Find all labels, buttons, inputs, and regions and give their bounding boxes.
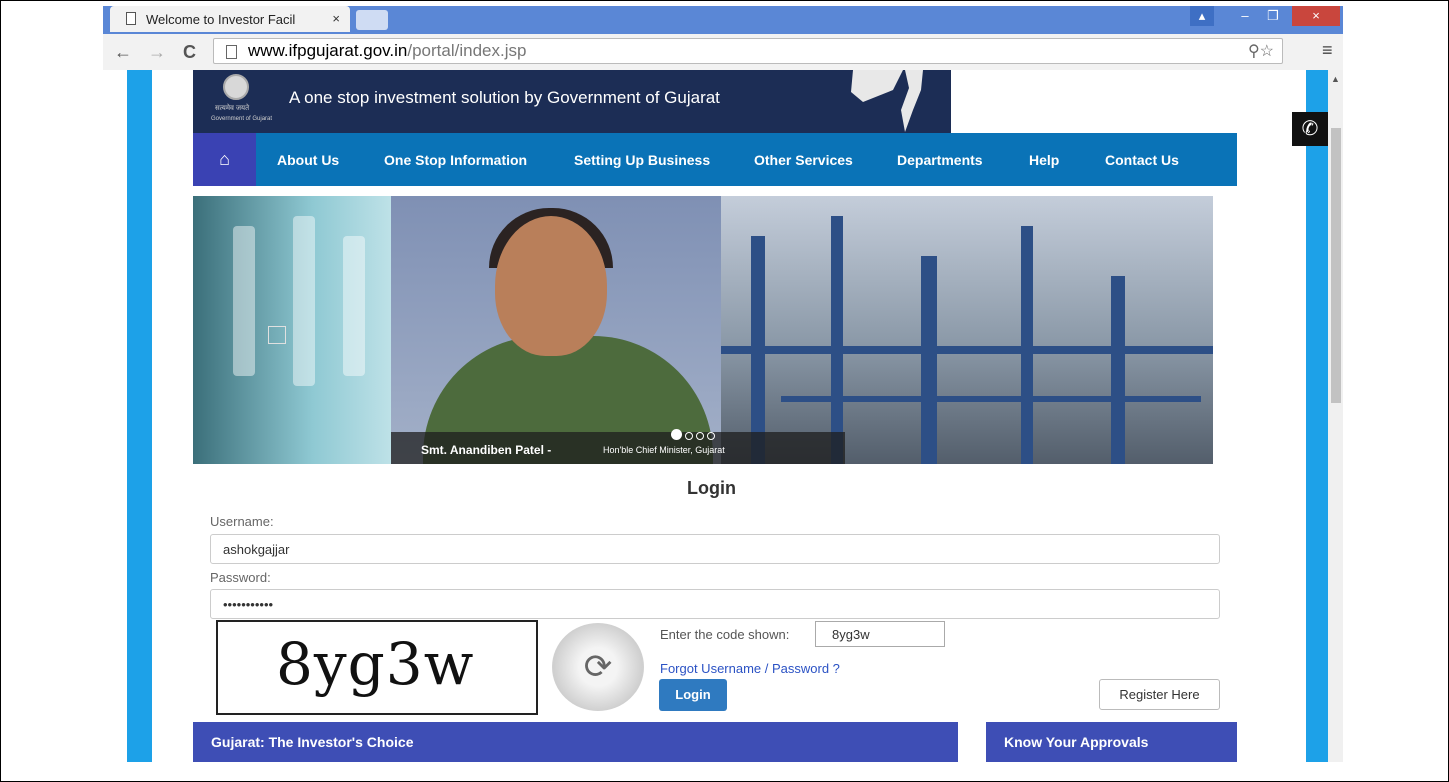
nav-contact-us[interactable]: Contact Us xyxy=(1105,152,1179,168)
plant-pipe xyxy=(781,396,1201,402)
refresh-captcha-icon[interactable]: ⟳ xyxy=(552,623,644,711)
plant-column xyxy=(1111,276,1125,464)
restore-button[interactable]: ❐ xyxy=(1260,6,1286,26)
viewport-bottom-edge xyxy=(103,762,1343,780)
slider-dot-4[interactable] xyxy=(707,432,715,440)
emblem-motto: सत्यमेव जयते xyxy=(215,105,250,112)
nav-departments[interactable]: Departments xyxy=(897,152,983,168)
url-domain: www.ifpgujarat.gov.in xyxy=(248,41,408,60)
login-title: Login xyxy=(687,478,736,498)
left-accent-bar xyxy=(127,70,152,762)
right-accent-bar xyxy=(1306,70,1328,762)
password-label: Password: xyxy=(210,570,271,585)
url-path: /portal/index.jsp xyxy=(407,41,527,60)
nav-other-services[interactable]: Other Services xyxy=(754,152,853,168)
hero-banner-slider[interactable]: Smt. Anandiben Patel - Hon'ble Chief Min… xyxy=(193,196,1213,464)
gujarat-map-icon xyxy=(851,70,923,132)
address-bar[interactable]: www.ifpgujarat.gov.in/portal/index.jsp ⚲… xyxy=(213,38,1283,64)
plant-pipe xyxy=(721,346,1213,354)
forgot-credentials-link[interactable]: Forgot Username / Password ? xyxy=(660,661,840,676)
browser-menu-icon[interactable]: ≡ xyxy=(1322,40,1333,61)
page-icon xyxy=(126,12,136,25)
emblem-caption: Government of Gujarat xyxy=(211,116,273,122)
caption-role: Hon'ble Chief Minister, Gujarat xyxy=(603,445,725,455)
plant-column xyxy=(831,216,843,464)
forward-icon[interactable]: → xyxy=(148,40,166,64)
site-tagline: A one stop investment solution by Govern… xyxy=(289,88,720,107)
nav-help[interactable]: Help xyxy=(1029,152,1059,168)
slider-dots xyxy=(671,427,718,445)
banner-industrial-image xyxy=(721,196,1213,464)
captcha-code-label: Enter the code shown: xyxy=(660,627,790,642)
zoom-bookmark-icons[interactable]: ⚲☆ xyxy=(1248,41,1274,61)
browser-tab[interactable]: Welcome to Investor Facil × xyxy=(110,6,350,32)
slider-dot-3[interactable] xyxy=(696,432,704,440)
viewport-left-margin xyxy=(103,70,127,762)
register-button[interactable]: Register Here xyxy=(1099,679,1220,710)
slide-frame-icon xyxy=(268,326,286,344)
slider-dot-2[interactable] xyxy=(685,432,693,440)
emblem-icon xyxy=(223,74,249,100)
plant-column xyxy=(921,256,937,464)
caption-name: Smt. Anandiben Patel - xyxy=(421,443,552,457)
plant-column xyxy=(1021,226,1033,464)
nav-one-stop-information[interactable]: One Stop Information xyxy=(384,152,527,168)
site-header: सत्यमेव जयते Government of Gujarat A one… xyxy=(193,70,951,133)
captcha-text: 8yg3w xyxy=(276,630,475,698)
approvals-title[interactable]: Know Your Approvals xyxy=(1004,734,1148,750)
tab-title: Welcome to Investor Facil xyxy=(146,12,296,27)
tab-close-icon[interactable]: × xyxy=(332,11,340,26)
nav-setting-up-business[interactable]: Setting Up Business xyxy=(574,152,710,168)
nav-about-us[interactable]: About Us xyxy=(277,152,339,168)
glass-vessel xyxy=(293,216,315,386)
home-icon[interactable]: ⌂ xyxy=(193,133,256,186)
url-text: www.ifpgujarat.gov.in/portal/index.jsp xyxy=(248,41,526,61)
captcha-code-input[interactable]: 8yg3w xyxy=(815,621,945,647)
banner-lab-image xyxy=(193,196,393,464)
main-nav xyxy=(193,133,1237,186)
username-label: Username: xyxy=(210,514,274,529)
phone-icon[interactable]: ✆ xyxy=(1292,112,1328,146)
close-window-button[interactable]: × xyxy=(1292,6,1340,26)
scrollbar-thumb[interactable] xyxy=(1331,128,1341,403)
glass-vessel xyxy=(233,226,255,376)
new-tab-button[interactable] xyxy=(356,10,388,30)
investor-choice-title[interactable]: Gujarat: The Investor's Choice xyxy=(211,734,414,750)
password-input[interactable]: ••••••••••• xyxy=(210,589,1220,619)
scroll-up-arrow-icon[interactable]: ▲ xyxy=(1331,74,1340,84)
portrait-face xyxy=(495,216,607,356)
glass-vessel xyxy=(343,236,365,376)
back-icon[interactable]: ← xyxy=(114,40,132,64)
username-input[interactable]: ashokgajjar xyxy=(210,534,1220,564)
slider-dot-1[interactable] xyxy=(671,429,682,440)
page-info-icon xyxy=(226,45,237,59)
reload-icon[interactable]: C xyxy=(183,40,196,64)
minimize-button[interactable]: – xyxy=(1232,6,1258,26)
profile-icon[interactable]: ▴ xyxy=(1190,6,1214,26)
login-button[interactable]: Login xyxy=(659,679,727,711)
